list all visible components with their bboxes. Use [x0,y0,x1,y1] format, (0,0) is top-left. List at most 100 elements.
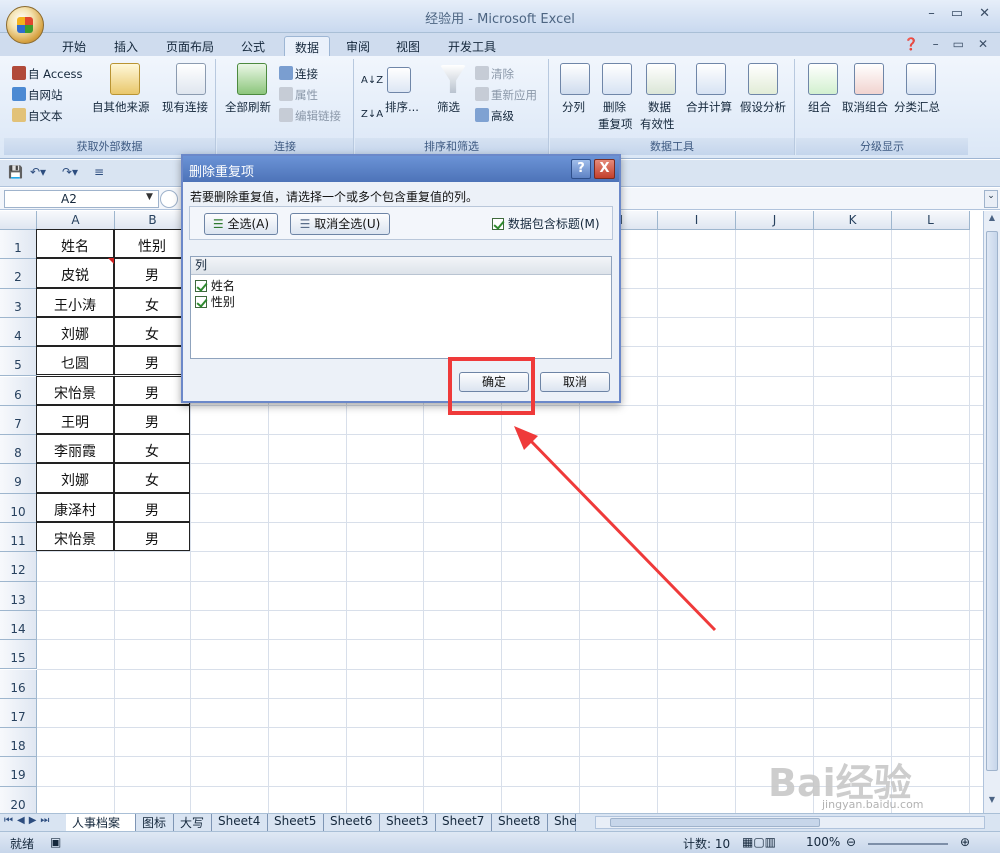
zoom-level[interactable]: 100% [806,835,840,849]
edit-links-button[interactable]: 编辑链接 [279,108,341,124]
group-button[interactable]: 组合 [808,99,831,115]
undo-icon[interactable]: ↶▾ [30,165,46,179]
sheet-tab-4[interactable]: Sheet5 [268,814,324,831]
row-header-6[interactable]: 6 [0,376,37,406]
macro-record-icon[interactable]: ▣ [50,835,61,849]
select-all-button[interactable]: ☰ 全选(A) [204,213,278,235]
cancel-button[interactable]: 取消 [540,372,610,392]
row-header-19[interactable]: 19 [0,757,37,787]
scroll-down-icon[interactable]: ▼ [986,795,998,809]
horizontal-scroll-thumb[interactable] [610,818,820,827]
formula-expand-icon[interactable]: ⌄ [984,190,998,208]
sheet-tab-0[interactable]: 人事档案 [66,814,136,831]
row-header-14[interactable]: 14 [0,610,37,641]
zoom-out-icon[interactable]: ⊖ [846,835,856,849]
cell-B9[interactable]: 女 [114,463,190,493]
row-header-16[interactable]: 16 [0,669,37,699]
ribbon-minimize-icon[interactable]: – [933,37,939,51]
subtotal-button[interactable]: 分类汇总 [894,99,940,115]
tab-insert[interactable]: 插入 [104,36,148,57]
properties-button[interactable]: 属性 [279,87,318,103]
column-header-B[interactable]: B [115,211,191,230]
sheet-tab-2[interactable]: 大写 [174,814,212,831]
sheet-tab-1[interactable]: 图标 [136,814,174,831]
sheet-tab-7[interactable]: Sheet7 [436,814,492,831]
cell-B4[interactable]: 女 [114,316,190,347]
cell-A11[interactable]: 宋怡景 [36,522,114,552]
cell-A10[interactable]: 康泽村 [36,492,114,522]
advanced-button[interactable]: 高级 [475,108,514,124]
from-web-button[interactable]: 自网站 [12,87,63,103]
reapply-button[interactable]: 重新应用 [475,87,537,103]
row-header-5[interactable]: 5 [0,347,37,377]
sheet-tab-9[interactable]: She [548,814,577,831]
existing-connections-button[interactable]: 现有连接 [162,99,208,115]
horizontal-scrollbar[interactable] [595,816,985,829]
row-header-1[interactable]: 1 [0,230,37,260]
row-header-15[interactable]: 15 [0,640,37,670]
filter-button[interactable]: 筛选 [437,99,460,115]
has-headers-checkbox[interactable]: 数据包含标题(M) [492,215,600,232]
ungroup-button[interactable]: 取消组合 [842,99,888,115]
view-buttons-icon[interactable]: ▦▢▥ [742,835,776,849]
column-item-gender[interactable]: 性别 [195,293,235,310]
column-item-name[interactable]: 姓名 [195,277,235,294]
cell-A7[interactable]: 王明 [36,404,114,435]
cell-B2[interactable]: 男 [114,258,190,288]
zoom-slider[interactable] [868,843,948,845]
tab-developer[interactable]: 开发工具 [438,36,506,57]
cell-B10[interactable]: 男 [114,492,190,522]
row-header-17[interactable]: 17 [0,698,37,729]
office-button[interactable] [6,6,44,44]
unselect-all-button[interactable]: ☰ 取消全选(U) [290,213,390,235]
zoom-in-icon[interactable]: ⊕ [960,835,970,849]
row-header-4[interactable]: 4 [0,317,37,348]
restore-icon[interactable]: ▭ [951,6,963,21]
row-header-8[interactable]: 8 [0,435,37,465]
column-header-I[interactable]: I [658,211,736,230]
vertical-scrollbar[interactable]: ▲ ▼ [983,211,1000,813]
from-access-button[interactable]: 自 Access [12,66,83,82]
dialog-help-button[interactable]: ? [571,159,591,179]
cell-A5[interactable]: 乜圆 [36,346,114,376]
close-icon[interactable]: ✕ [979,6,990,21]
connections-button[interactable]: 连接 [279,66,318,82]
cell-A6[interactable]: 宋怡景 [36,375,114,405]
redo-icon[interactable]: ↷▾ [62,165,78,179]
row-header-11[interactable]: 11 [0,523,37,553]
text-to-columns-button[interactable]: 分列 [562,99,585,115]
name-box[interactable]: A2 [4,190,159,208]
row-header-13[interactable]: 13 [0,581,37,611]
ribbon-close-icon[interactable]: ✕ [978,37,988,51]
other-sources-button[interactable]: 自其他来源 [92,99,150,115]
cell-B7[interactable]: 男 [114,404,190,435]
has-headers-check-icon[interactable] [492,218,504,230]
tab-home[interactable]: 开始 [52,36,96,57]
cell-A8[interactable]: 李丽霞 [36,434,114,464]
row-header-20[interactable]: 20 [0,786,37,813]
cell-B11[interactable]: 男 [114,522,190,552]
remove-duplicates-label-2[interactable]: 重复项 [598,116,633,132]
column-header-J[interactable]: J [736,211,814,230]
cell-A2[interactable]: 皮锐 [36,258,114,288]
column-header-K[interactable]: K [814,211,892,230]
tab-data[interactable]: 数据 [284,36,331,57]
column-header-L[interactable]: L [892,211,970,230]
row-header-9[interactable]: 9 [0,464,37,494]
customize-qat-icon[interactable]: ≡ [94,165,104,179]
row-header-10[interactable]: 10 [0,493,37,523]
cell-B1[interactable]: 性别 [114,229,190,259]
cell-B8[interactable]: 女 [114,434,190,464]
cell-A4[interactable]: 刘娜 [36,316,114,347]
sort-za-icon[interactable]: Z↓A [361,109,383,120]
scroll-up-icon[interactable]: ▲ [986,213,998,227]
cell-B6[interactable]: 男 [114,375,190,405]
row-header-18[interactable]: 18 [0,728,37,758]
column-header-A[interactable]: A [37,211,115,230]
cell-A9[interactable]: 刘娜 [36,463,114,493]
column-gender-check-icon[interactable] [195,296,207,308]
tab-review[interactable]: 审阅 [336,36,380,57]
cell-A3[interactable]: 王小涛 [36,287,114,317]
data-validation-label-1[interactable]: 数据 [648,99,671,115]
name-box-dropdown-icon[interactable]: ▼ [146,192,153,202]
